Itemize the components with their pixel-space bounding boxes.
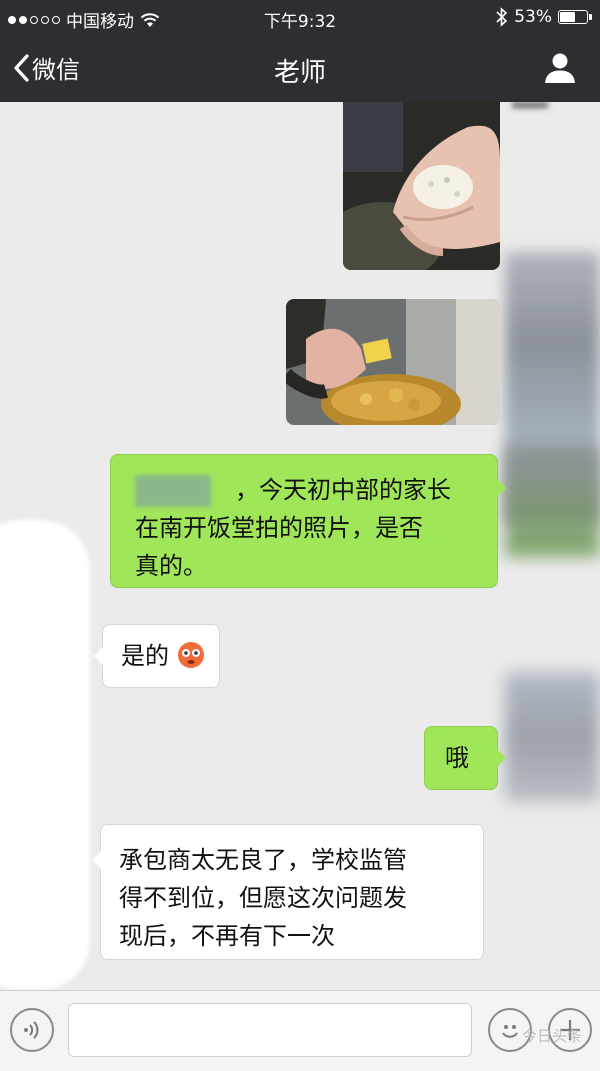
bubble-tail xyxy=(94,647,103,665)
nav-bar: 微信 老师 xyxy=(0,36,600,102)
bubble-tail xyxy=(497,749,506,767)
image-message[interactable] xyxy=(286,299,500,425)
person-icon xyxy=(545,53,575,83)
their-message-bubble[interactable]: 是的 xyxy=(94,624,220,688)
flushed-face-icon xyxy=(177,642,204,668)
voice-icon xyxy=(24,1021,39,1039)
bubble-tail xyxy=(497,479,506,497)
photo-rice-in-hand xyxy=(343,102,500,270)
photo-food-in-hand xyxy=(286,299,500,425)
redacted-name xyxy=(135,475,211,507)
voice-button[interactable] xyxy=(10,1008,54,1052)
battery-fill xyxy=(560,12,575,22)
message-input[interactable] xyxy=(68,1003,472,1057)
chat-title: 老师 xyxy=(273,58,326,88)
image-message[interactable] xyxy=(343,102,500,270)
message-line: 得不到位，但愿这次问题发 xyxy=(119,884,407,912)
blurred-avatar xyxy=(0,520,90,990)
chat-area[interactable]: ，今天初中部的家长 在南开饭堂拍的照片，是否 真的。 是的 哦 承包商太无良了，… xyxy=(0,102,600,990)
emoji-icon xyxy=(502,1025,518,1038)
their-message-bubble[interactable]: 承包商太无良了，学校监管 得不到位，但愿这次问题发 现后，不再有下一次 xyxy=(92,824,484,960)
message-line: 真的。 xyxy=(135,552,207,580)
message-line: 在南开饭堂拍的照片，是否 xyxy=(135,514,423,542)
input-bar: 今日头条 xyxy=(0,990,600,1071)
message-text: 是的 xyxy=(121,642,169,670)
blurred-avatar xyxy=(505,672,600,802)
bubble-tail xyxy=(92,851,101,869)
blurred-avatar xyxy=(505,447,600,557)
bluetooth-icon xyxy=(496,7,508,27)
message-line: 承包商太无良了，学校监管 xyxy=(119,846,407,874)
blurred-avatar xyxy=(512,102,548,108)
status-bar: 中国移动 下午9:32 53% xyxy=(0,0,600,36)
battery-percent: 53% xyxy=(514,7,552,27)
message-text: 哦 xyxy=(445,744,469,772)
status-right: 53% xyxy=(496,7,592,27)
battery-icon xyxy=(558,10,592,24)
my-message-bubble[interactable]: 哦 xyxy=(424,726,506,790)
my-message-bubble[interactable]: ，今天初中部的家长 在南开饭堂拍的照片，是否 真的。 xyxy=(110,454,506,588)
contact-info-button[interactable] xyxy=(542,50,578,86)
watermark: 今日头条 xyxy=(521,1027,582,1045)
message-line: 现后，不再有下一次 xyxy=(119,922,335,950)
